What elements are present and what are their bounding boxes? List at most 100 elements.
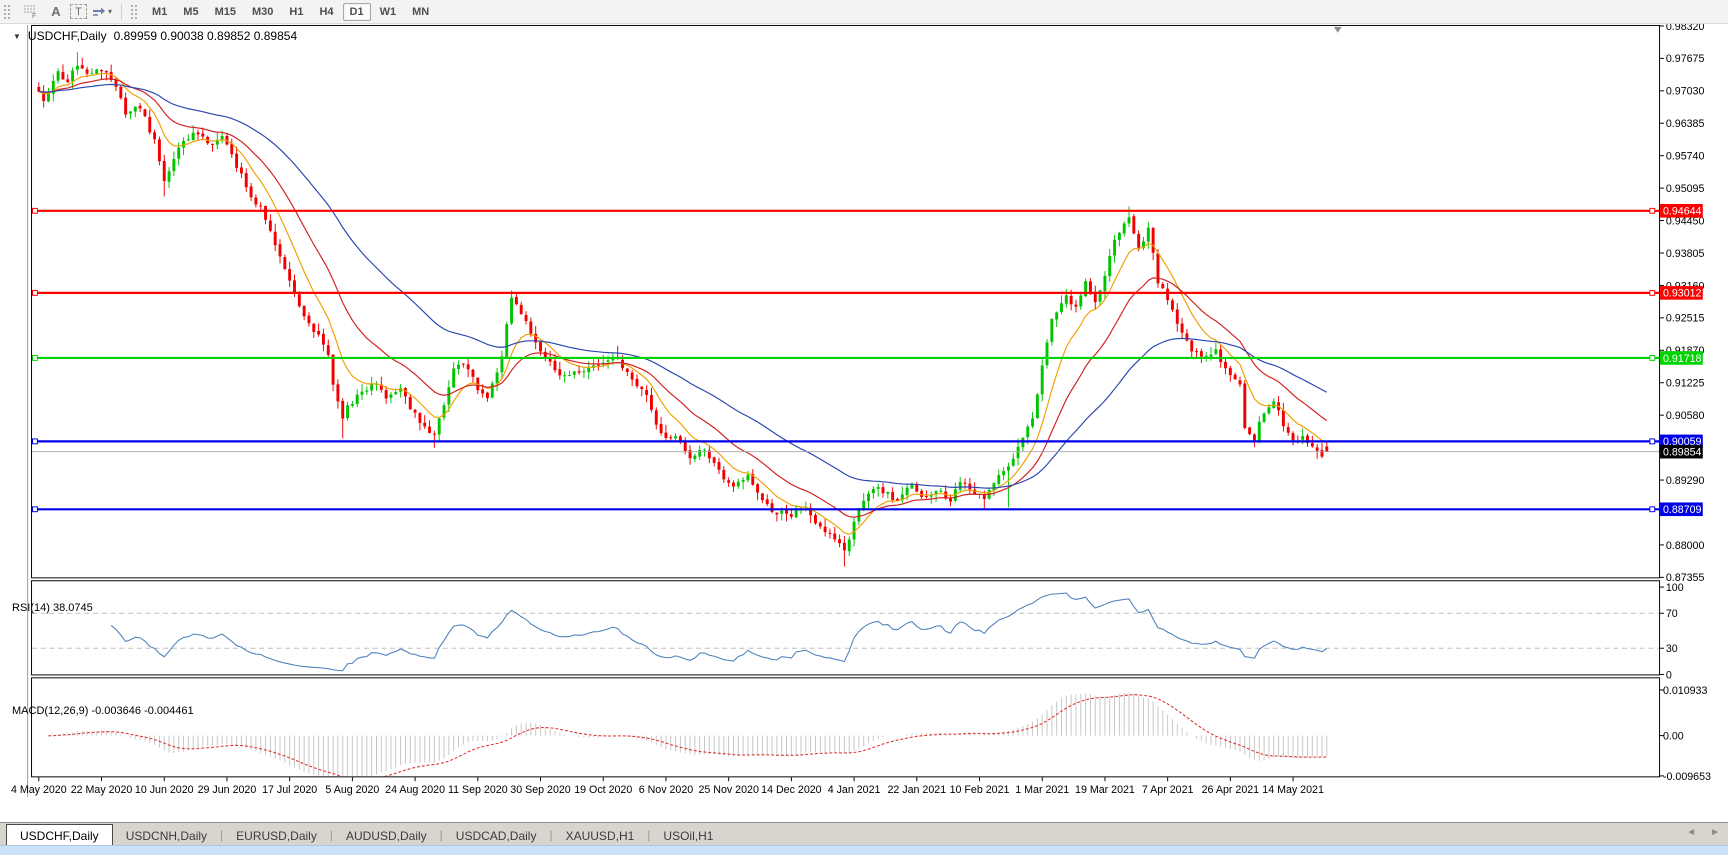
svg-text:0.88709: 0.88709	[1663, 504, 1702, 516]
svg-text:25 Nov 2020: 25 Nov 2020	[698, 784, 759, 796]
timeframe-button-m5[interactable]: M5	[176, 3, 205, 21]
timeframe-button-h1[interactable]: H1	[282, 3, 310, 21]
top-toolbar: F A T ▾ M1M5M15M30H1H4D1W1MN	[0, 0, 1728, 24]
chart-ohlc-values: 0.89959 0.90038 0.89852 0.89854	[114, 29, 298, 43]
svg-text:0.97675: 0.97675	[1666, 53, 1705, 65]
timeframe-button-w1[interactable]: W1	[373, 3, 404, 21]
svg-text:10 Feb 2021: 10 Feb 2021	[950, 784, 1010, 796]
tabs-scroll-right-icon[interactable]: ►	[1710, 827, 1720, 838]
chart-shift-marker-icon[interactable]	[1334, 27, 1342, 33]
svg-text:0.89854: 0.89854	[1663, 447, 1702, 459]
svg-text:19 Mar 2021: 19 Mar 2021	[1075, 784, 1135, 796]
svg-text:0.91718: 0.91718	[1663, 353, 1702, 365]
chart-area[interactable]: 0.98320 0.97675 0.97030 0.96385 0.95740 0.950…	[0, 24, 1728, 822]
timeframe-button-h4[interactable]: H4	[312, 3, 340, 21]
timeframe-button-m30[interactable]: M30	[245, 3, 280, 21]
macd-signal-line[interactable]	[48, 695, 1326, 781]
price-axis[interactable]: 0.98320 0.97675 0.97030 0.96385 0.95740 0.950…	[1659, 24, 1711, 783]
price-chart-svg[interactable]: 0.98320 0.97675 0.97030 0.96385 0.95740 0.950…	[0, 24, 1728, 822]
rsi-indicator-label: RSI(14) 38.0745	[12, 602, 93, 614]
svg-text:11 Sep 2020: 11 Sep 2020	[448, 784, 508, 796]
svg-text:6 Nov 2020: 6 Nov 2020	[639, 784, 694, 796]
timeframe-drag-handle[interactable]	[130, 4, 139, 19]
svg-text:70: 70	[1666, 608, 1678, 620]
svg-text:100: 100	[1666, 582, 1684, 594]
chart-tab-eurusd[interactable]: EURUSD,Daily	[223, 826, 330, 846]
svg-text:0: 0	[1666, 669, 1672, 681]
chart-tab-audusd[interactable]: AUDUSD,Daily	[333, 826, 440, 846]
svg-text:F: F	[32, 13, 36, 19]
dropdown-caret-icon: ▾	[108, 7, 112, 16]
macd-indicator-label: MACD(12,26,9) -0.003646 -0.004461	[12, 705, 194, 717]
line-handle[interactable]	[33, 356, 38, 361]
tabs-scroll-left-icon[interactable]: ◄	[1686, 827, 1696, 838]
chart-tab-usdcad[interactable]: USDCAD,Daily	[443, 826, 550, 846]
svg-text:0.93012: 0.93012	[1663, 288, 1702, 300]
svg-text:1 Mar 2021: 1 Mar 2021	[1015, 784, 1069, 796]
svg-text:0.96385: 0.96385	[1666, 118, 1705, 130]
svg-text:19 Oct 2020: 19 Oct 2020	[574, 784, 632, 796]
rsi-line[interactable]	[111, 593, 1327, 671]
svg-text:0.00: 0.00	[1663, 730, 1684, 742]
font-a-icon[interactable]: A	[44, 2, 68, 21]
chart-tab-usdchf[interactable]: USDCHF,Daily	[6, 824, 113, 846]
symbol-dropdown-icon[interactable]: ▼	[13, 32, 21, 41]
toolbar-separator	[121, 4, 122, 20]
svg-text:17 Jul 2020: 17 Jul 2020	[262, 784, 317, 796]
svg-text:0.90580: 0.90580	[1666, 410, 1705, 422]
toolbar-drag-handle[interactable]	[3, 4, 12, 19]
svg-text:5 Aug 2020: 5 Aug 2020	[325, 784, 379, 796]
chart-tabs-bar: USDCHF,DailyUSDCNH,Daily|EURUSD,Daily|AU…	[0, 822, 1728, 846]
svg-text:24 Aug 2020: 24 Aug 2020	[385, 784, 445, 796]
svg-text:22 May 2020: 22 May 2020	[71, 784, 133, 796]
line-handle[interactable]	[33, 507, 38, 512]
svg-text:0.010933: 0.010933	[1663, 685, 1708, 697]
chart-tab-usoil[interactable]: USOil,H1	[650, 826, 726, 846]
svg-text:30 Sep 2020: 30 Sep 2020	[510, 784, 571, 796]
svg-text:0.89290: 0.89290	[1666, 475, 1705, 487]
timeframe-button-m15[interactable]: M15	[208, 3, 243, 21]
chart-symbol-label: USDCHF,Daily	[28, 29, 107, 43]
svg-text:14 May 2021: 14 May 2021	[1262, 784, 1324, 796]
grid-f-icon-glyph: F	[23, 4, 38, 19]
line-handle[interactable]	[1650, 507, 1655, 512]
line-handle[interactable]	[1650, 208, 1655, 213]
svg-text:22 Jan 2021: 22 Jan 2021	[887, 784, 946, 796]
svg-text:0.98320: 0.98320	[1666, 24, 1705, 33]
line-handle[interactable]	[1650, 439, 1655, 444]
text-box-icon[interactable]: T	[70, 4, 87, 19]
svg-text:26 Apr 2021: 26 Apr 2021	[1202, 784, 1260, 796]
date-axis[interactable]: 4 May 202022 May 202010 Jun 202029 Jun 2…	[11, 777, 1324, 796]
timeframe-button-group: M1M5M15M30H1H4D1W1MN	[144, 3, 437, 21]
svg-text:0.95095: 0.95095	[1666, 183, 1705, 195]
candles-layer[interactable]	[37, 52, 1328, 566]
line-handle[interactable]	[1650, 356, 1655, 361]
svg-text:0.88000: 0.88000	[1666, 540, 1705, 552]
svg-text:0.97030: 0.97030	[1666, 86, 1705, 98]
macd-histogram	[48, 692, 1326, 785]
svg-text:10 Jun 2020: 10 Jun 2020	[135, 784, 194, 796]
chart-title: ▼ USDCHF,Daily 0.89959 0.90038 0.89852 0…	[13, 29, 297, 43]
svg-text:29 Jun 2020: 29 Jun 2020	[198, 784, 257, 796]
svg-text:14 Dec 2020: 14 Dec 2020	[761, 784, 822, 796]
svg-text:0.92515: 0.92515	[1666, 313, 1705, 325]
svg-text:0.93805: 0.93805	[1666, 248, 1705, 260]
svg-text:-0.009653: -0.009653	[1663, 771, 1711, 783]
macd-panel-border	[32, 678, 1660, 777]
line-handle[interactable]	[33, 290, 38, 295]
line-handle[interactable]	[33, 208, 38, 213]
main-panel-border	[32, 25, 1660, 577]
svg-text:0.95740: 0.95740	[1666, 151, 1705, 163]
grid-f-icon[interactable]: F	[18, 2, 42, 21]
chart-tab-xauusd[interactable]: XAUUSD,H1	[553, 826, 648, 846]
timeframe-button-mn[interactable]: MN	[405, 3, 436, 21]
line-handle[interactable]	[1650, 290, 1655, 295]
cycle-arrows-icon[interactable]: ▾	[89, 2, 115, 21]
svg-text:0.94644: 0.94644	[1663, 206, 1702, 218]
line-handle[interactable]	[33, 439, 38, 444]
svg-text:4 Jan 2021: 4 Jan 2021	[828, 784, 881, 796]
chart-tab-usdcnh[interactable]: USDCNH,Daily	[113, 826, 220, 846]
timeframe-button-d1[interactable]: D1	[343, 3, 371, 21]
svg-text:30: 30	[1666, 643, 1678, 655]
timeframe-button-m1[interactable]: M1	[145, 3, 174, 21]
